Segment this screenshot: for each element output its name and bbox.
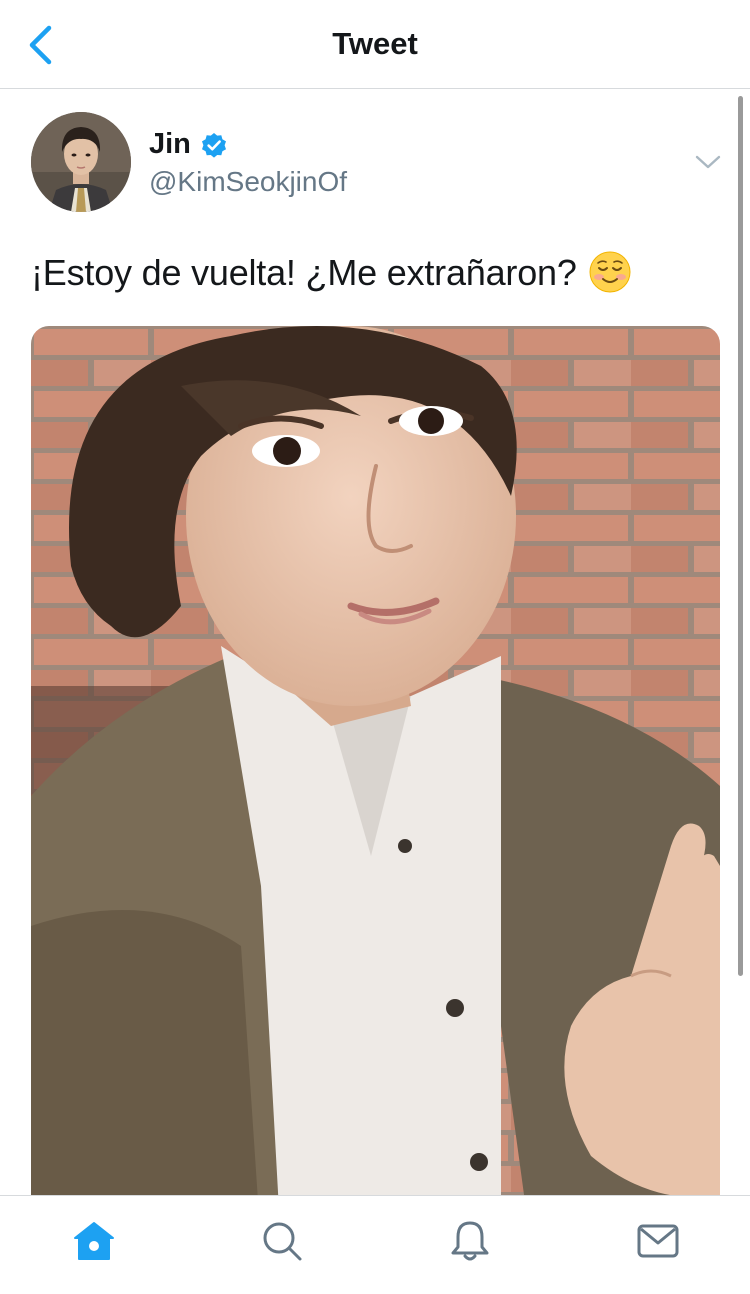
mail-icon bbox=[637, 1224, 679, 1258]
navigation-bar: Tweet bbox=[0, 0, 750, 89]
tab-messages[interactable] bbox=[635, 1218, 681, 1264]
avatar[interactable] bbox=[31, 112, 131, 212]
search-icon bbox=[263, 1222, 302, 1261]
verified-badge-icon bbox=[202, 133, 226, 158]
tab-home[interactable] bbox=[71, 1218, 117, 1264]
home-icon bbox=[74, 1222, 114, 1260]
user-handle[interactable]: @KimSeokjinOf bbox=[149, 166, 347, 198]
bell-icon bbox=[451, 1221, 489, 1261]
tweet-photo[interactable] bbox=[31, 326, 720, 1246]
page-title: Tweet bbox=[332, 26, 418, 61]
tab-search[interactable] bbox=[259, 1218, 305, 1264]
bottom-tab-bar bbox=[0, 1195, 750, 1294]
scrollbar[interactable] bbox=[738, 96, 743, 976]
tweet-text: ¡Estoy de vuelta! ¿Me extrañaron? bbox=[31, 251, 631, 294]
chevron-down-icon[interactable] bbox=[694, 152, 722, 172]
smiling-face-emoji-icon bbox=[589, 251, 631, 293]
tab-notifications[interactable] bbox=[447, 1218, 493, 1264]
tweet-text-body: ¡Estoy de vuelta! ¿Me extrañaron? bbox=[31, 252, 577, 293]
display-name[interactable]: Jin bbox=[149, 128, 191, 161]
